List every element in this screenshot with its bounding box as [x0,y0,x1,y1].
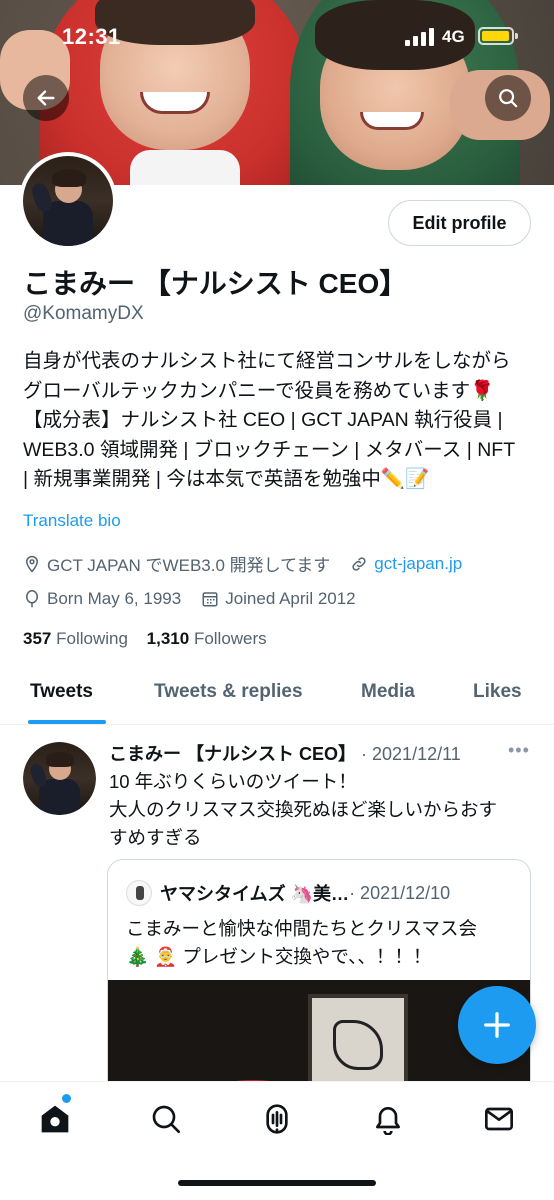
home-indicator [178,1180,376,1186]
tweet-date: · 2021/12/11 [361,744,461,764]
battery-icon [478,27,518,45]
profile-meta-row: Born May 6, 1993 Joined April 2012 [23,589,376,609]
nav-spaces[interactable] [260,1102,294,1136]
quote-author: ヤマシタイムズ 🦄美… [160,884,350,904]
followers-label: Followers [193,629,267,648]
signal-icon [405,28,435,46]
tweet-text-line: すめすぎる [109,827,202,848]
website-link[interactable]: gct-japan.jp [374,554,462,574]
quote-header: ヤマシタイムズ 🦄美… · 2021/12/10 [126,880,450,906]
messages-icon [485,1107,513,1131]
tweet-author[interactable]: こまみー 【ナルシスト CEO】 [109,744,356,764]
bio-line: WEB3.0 領域開発 | ブロックチェーン | メタバース | NFT [23,438,516,461]
home-icon [41,1105,69,1133]
spaces-icon [266,1104,288,1134]
banner-shirt [130,150,240,185]
profile-bio: 自身が代表のナルシスト社にて経営コンサルをしながら グローバルテックカンパニーで… [23,347,543,495]
joined-text: Joined April 2012 [225,589,356,608]
tab-tweets-replies[interactable]: Tweets & replies [154,681,303,703]
quote-date: · 2021/12/10 [349,882,451,903]
location-text: GCT JAPAN でWEB3.0 開発してます [47,556,331,575]
balloon-icon [26,590,38,608]
network-type: 4G [442,27,465,46]
born-text: Born May 6, 1993 [47,589,182,608]
nav-home[interactable] [38,1102,72,1136]
nav-messages[interactable] [482,1102,516,1136]
following-link[interactable]: 357 Following [23,629,128,648]
active-tab-indicator [28,720,106,724]
profile-handle: @KomamyDX [23,303,144,324]
banner-smile-left [140,92,210,114]
bio-line: | 新規事業開発 | 今は本気で英語を勉強中✏️📝 [23,468,430,490]
quote-text: こまみーと愉快な仲間たちとクリスマス会 🎄 🤶 プレゼント交換やで、、！！！ [126,915,526,971]
quote-text-line: こまみーと愉快な仲間たちとクリスマス会 [126,918,477,939]
compose-tweet-button[interactable] [458,986,536,1064]
calendar-icon [202,592,218,607]
profile-tabs: Tweets Tweets & replies Media Likes [0,668,554,725]
status-time: 12:31 [62,24,121,49]
tab-likes[interactable]: Likes [473,681,522,703]
notifications-icon [376,1107,400,1135]
back-button[interactable] [23,75,69,121]
tweet-text-line: 10 年ぶりくらいのツイート！ [109,771,357,792]
born-item: Born May 6, 1993 [23,589,181,609]
tweet-text: 10 年ぶりくらいのツイート！ 大人のクリスマス交換死ぬほど楽しいからおす すめ… [109,768,529,852]
tweet-header: こまみー 【ナルシスト CEO】 · 2021/12/11 [109,740,461,766]
bio-line: グローバルテックカンパニーで役員を務めています🌹 [23,379,495,402]
home-notification-dot [62,1094,71,1103]
search-button[interactable] [485,75,531,121]
nav-search[interactable] [149,1102,183,1136]
tab-tweets[interactable]: Tweets [30,681,93,703]
back-arrow-icon [37,90,55,106]
bio-line: 【成分表】ナルシスト社 CEO | GCT JAPAN 執行役員 | [23,409,503,431]
search-icon [499,89,518,108]
location-item: GCT JAPAN でWEB3.0 開発してます [23,551,330,576]
quote-avatar [126,880,152,906]
quoted-tweet[interactable]: ヤマシタイムズ 🦄美… · 2021/12/10 こまみーと愉快な仲間たちとクリ… [107,859,531,1119]
follow-stats: 357 Following 1,310 Followers [23,629,281,649]
translate-bio-link[interactable]: Translate bio [23,511,121,531]
profile-name: こまみー 【ナルシスト CEO】 [23,268,408,299]
location-pin-icon [25,555,39,573]
joined-item: Joined April 2012 [201,589,356,609]
status-bar: 12:31 4G [0,0,554,76]
bio-line: 自身が代表のナルシスト社にて経営コンサルをしながら [23,350,511,372]
website-item[interactable]: gct-japan.jp [350,554,462,574]
tweet-text-line: 大人のクリスマス交換死ぬほど楽しいからおす [109,799,497,820]
quote-text-line: 🎄 🤶 プレゼント交換やで、、！！！ [126,946,432,967]
search-icon [152,1105,180,1133]
followers-link[interactable]: 1,310 Followers [147,629,267,648]
link-icon [352,556,366,571]
plus-icon [484,1012,510,1038]
profile-avatar[interactable] [19,152,117,250]
tweet-more-button[interactable]: ••• [508,740,530,761]
followers-count: 1,310 [146,629,190,648]
profile-meta-row: GCT JAPAN でWEB3.0 開発してます gct-japan.jp [23,551,482,576]
following-label: Following [56,629,128,648]
tab-media[interactable]: Media [361,681,415,703]
edit-profile-button[interactable]: Edit profile [388,200,531,246]
tweet-avatar[interactable] [23,742,96,815]
following-count: 357 [23,629,52,648]
nav-notifications[interactable] [371,1102,405,1136]
banner-smile-right [360,112,424,130]
